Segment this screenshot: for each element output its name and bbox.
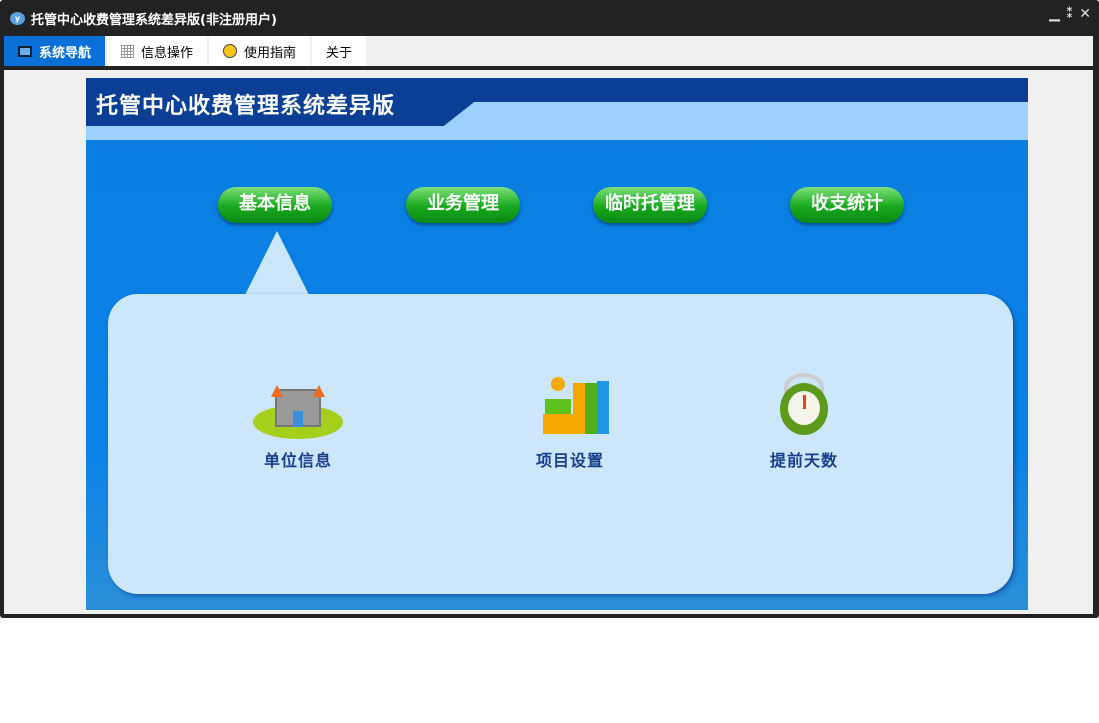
restore-icon[interactable]: ⁑ bbox=[1066, 6, 1073, 22]
nav-business-button[interactable]: 业务管理 bbox=[406, 187, 520, 223]
tab-system-nav[interactable]: 系统导航 bbox=[4, 36, 108, 66]
books-icon bbox=[525, 369, 615, 439]
app-window: y 托管中心收费管理系统差异版(非注册用户) ▁ ⁑ ✕ 系统导航 信息操作 使… bbox=[0, 0, 1099, 618]
submenu-callout: 单位信息 项目设置 提前天数 bbox=[108, 294, 1013, 594]
banner-title: 托管中心收费管理系统差异版 bbox=[96, 94, 396, 119]
tab-guide[interactable]: 使用指南 bbox=[209, 36, 313, 66]
tab-about[interactable]: 关于 bbox=[312, 36, 369, 66]
tab-info-ops[interactable]: 信息操作 bbox=[107, 36, 210, 66]
client-area: 托管中心收费管理系统差异版 基本信息 业务管理 临时托管理 收支统计 单位信息 bbox=[4, 70, 1093, 614]
tab-bar: 系统导航 信息操作 使用指南 关于 bbox=[4, 36, 1093, 66]
alarm-clock-icon bbox=[759, 369, 849, 439]
app-logo-icon: y bbox=[10, 12, 25, 25]
navigation-panel: 托管中心收费管理系统差异版 基本信息 业务管理 临时托管理 收支统计 单位信息 bbox=[86, 78, 1028, 610]
item-project-settings[interactable]: 项目设置 bbox=[510, 369, 630, 471]
grid-icon bbox=[121, 44, 135, 58]
castle-icon bbox=[253, 369, 343, 439]
title-bar: y 托管中心收费管理系统差异版(非注册用户) bbox=[10, 9, 277, 28]
item-unit-info[interactable]: 单位信息 bbox=[238, 369, 358, 471]
nav-temp-care-button[interactable]: 临时托管理 bbox=[593, 187, 707, 223]
item-advance-days[interactable]: 提前天数 bbox=[744, 369, 864, 471]
help-icon bbox=[223, 44, 238, 58]
window-title: 托管中心收费管理系统差异版(非注册用户) bbox=[31, 13, 277, 28]
nav-stats-button[interactable]: 收支统计 bbox=[790, 187, 904, 223]
monitor-icon bbox=[18, 45, 32, 57]
nav-basic-info-button[interactable]: 基本信息 bbox=[218, 187, 332, 223]
close-icon[interactable]: ✕ bbox=[1079, 6, 1091, 22]
minimize-icon[interactable]: ▁ bbox=[1049, 6, 1060, 22]
